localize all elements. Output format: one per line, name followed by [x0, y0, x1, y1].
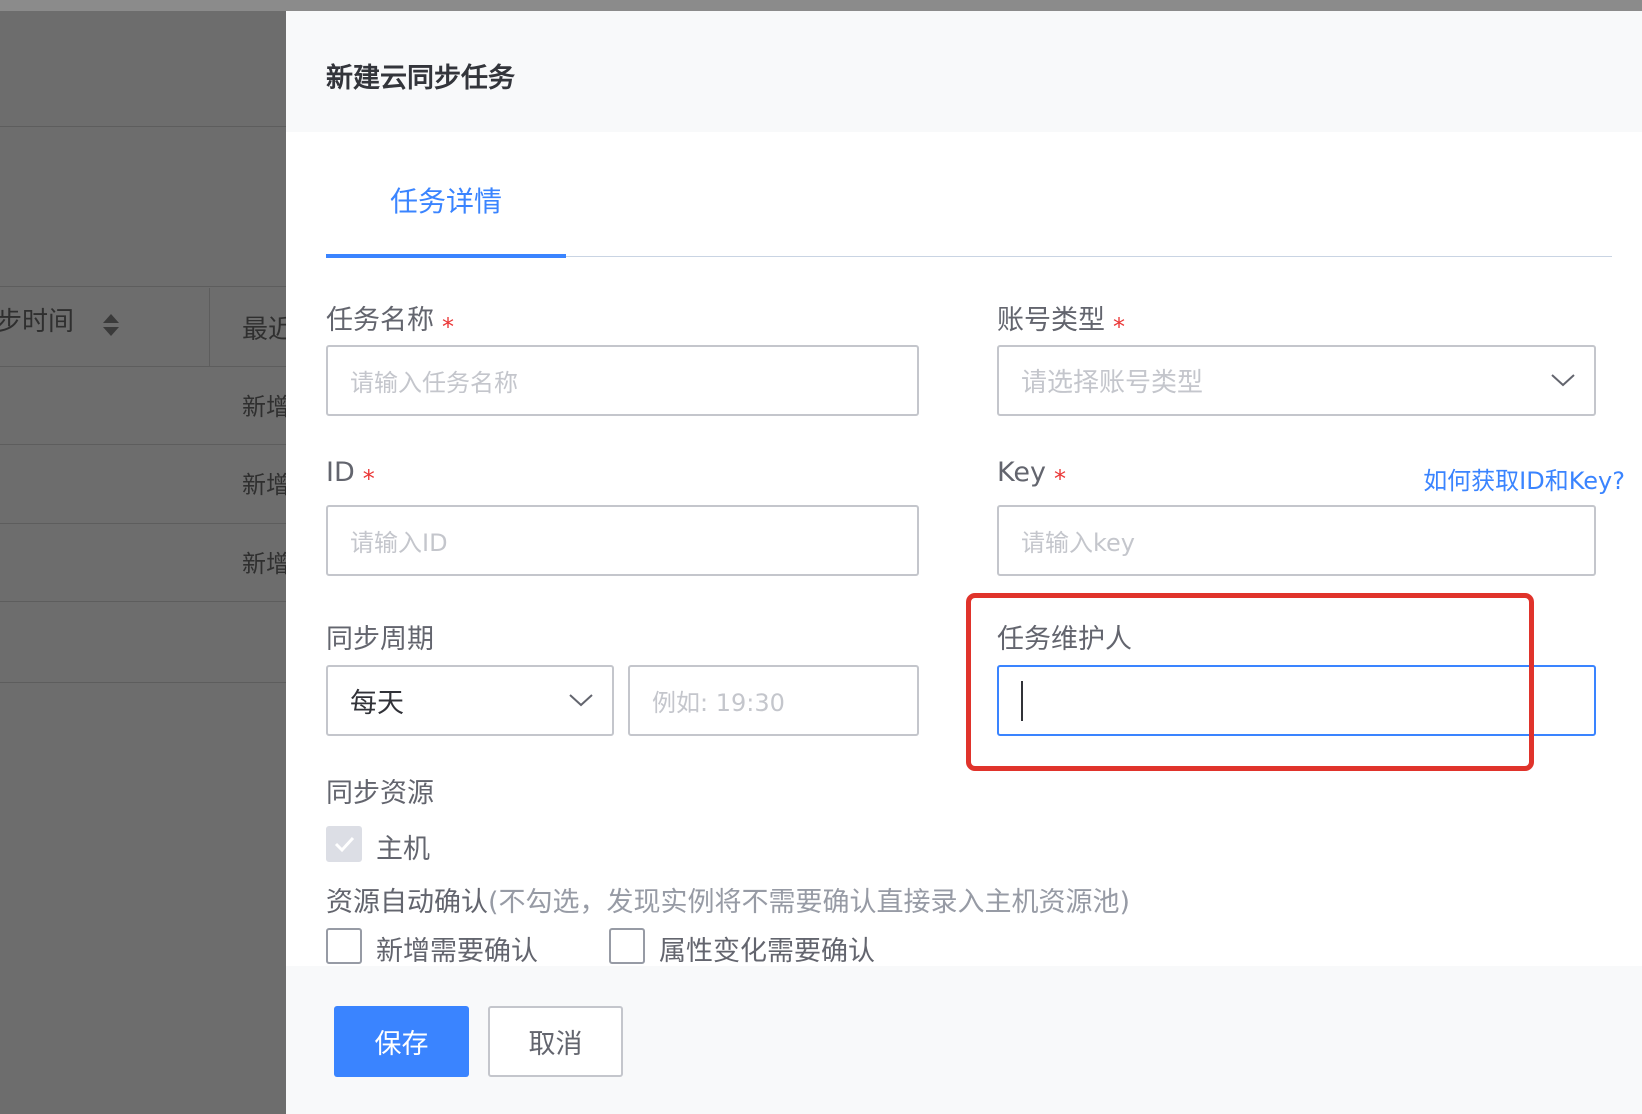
auto-confirm-label: 资源自动确认(不勾选，发现实例将不需要确认直接录入主机资源池)	[326, 880, 1130, 919]
account-type-placeholder: 请选择账号类型	[1021, 368, 1204, 398]
host-checkbox-label: 主机	[376, 834, 430, 865]
chevron-down-icon	[569, 694, 593, 707]
table-cell: 新增	[242, 471, 286, 499]
table-cell: 新增	[242, 550, 286, 578]
id-placeholder: 请输入ID	[350, 529, 448, 557]
key-label-text: Key	[997, 457, 1046, 488]
key-input[interactable]: 请输入key	[997, 505, 1596, 576]
sync-time-placeholder: 例如: 19:30	[652, 689, 785, 717]
id-label: ID *	[326, 457, 375, 493]
background-page: 同步时间 最近 新增 新增 新增	[0, 11, 286, 1114]
divider	[0, 366, 286, 367]
sync-period-value: 每天	[350, 688, 404, 719]
account-type-label-text: 账号类型	[997, 305, 1105, 336]
column-header-recent[interactable]: 最近	[242, 309, 286, 346]
sync-period-label: 同步周期	[326, 617, 434, 656]
sync-resources-label-text: 同步资源	[326, 778, 434, 809]
account-type-label: 账号类型 *	[997, 298, 1125, 341]
host-checkbox[interactable]	[326, 826, 362, 862]
account-type-select[interactable]: 请选择账号类型	[997, 345, 1596, 416]
key-label: Key *	[997, 457, 1066, 493]
drawer-footer: 保存 取消	[286, 966, 1642, 1114]
table-cell: 新增	[242, 393, 286, 421]
sync-period-select[interactable]: 每天	[326, 665, 614, 736]
how-to-get-id-key-link[interactable]: 如何获取ID和Key?	[1423, 461, 1625, 496]
task-name-label: 任务名称 *	[326, 298, 454, 341]
id-input[interactable]: 请输入ID	[326, 505, 919, 576]
divider	[0, 682, 286, 683]
attr-change-needs-confirm-label: 属性变化需要确认	[659, 936, 875, 967]
required-mark: *	[442, 313, 454, 341]
new-needs-confirm-checkbox[interactable]	[326, 928, 362, 964]
sync-resources-label: 同步资源	[326, 771, 434, 810]
task-name-label-text: 任务名称	[326, 305, 434, 336]
required-mark: *	[1053, 465, 1066, 493]
attr-change-needs-confirm-checkbox[interactable]	[609, 928, 645, 964]
annotation-highlight-box	[966, 593, 1534, 771]
tab-active-indicator	[326, 254, 566, 258]
divider	[0, 601, 286, 602]
divider	[0, 523, 286, 524]
id-label-text: ID	[326, 457, 355, 488]
task-name-input[interactable]: 请输入任务名称	[326, 345, 919, 416]
drawer-header: 新建云同步任务	[286, 11, 1642, 132]
task-name-placeholder: 请输入任务名称	[350, 369, 518, 397]
required-mark: *	[1113, 313, 1125, 341]
tab-label: 任务详情	[390, 185, 503, 218]
key-placeholder: 请输入key	[1021, 529, 1136, 557]
chevron-down-icon	[1551, 374, 1575, 387]
column-header-sync-time[interactable]: 同步时间	[0, 301, 74, 338]
sort-icon[interactable]	[101, 311, 121, 339]
new-cloud-sync-task-drawer: 新建云同步任务 任务详情 任务名称 * 请输入任务名称 账号类型 * 请选择账号类型…	[286, 11, 1642, 1114]
sync-period-label-text: 同步周期	[326, 624, 434, 655]
auto-confirm-hint: (不勾选，发现实例将不需要确认直接录入主机资源池)	[488, 887, 1131, 918]
required-mark: *	[362, 465, 375, 493]
divider	[209, 288, 210, 366]
new-needs-confirm-label: 新增需要确认	[376, 936, 538, 967]
save-button[interactable]: 保存	[334, 1006, 469, 1077]
check-icon	[334, 836, 355, 853]
tab-task-details[interactable]: 任务详情	[326, 132, 566, 256]
drawer-title: 新建云同步任务	[326, 63, 515, 94]
divider	[0, 126, 286, 127]
divider	[0, 444, 286, 445]
sync-time-input[interactable]: 例如: 19:30	[628, 665, 919, 736]
auto-confirm-label-text: 资源自动确认	[326, 887, 488, 918]
divider	[0, 286, 286, 287]
cancel-button[interactable]: 取消	[488, 1006, 623, 1077]
